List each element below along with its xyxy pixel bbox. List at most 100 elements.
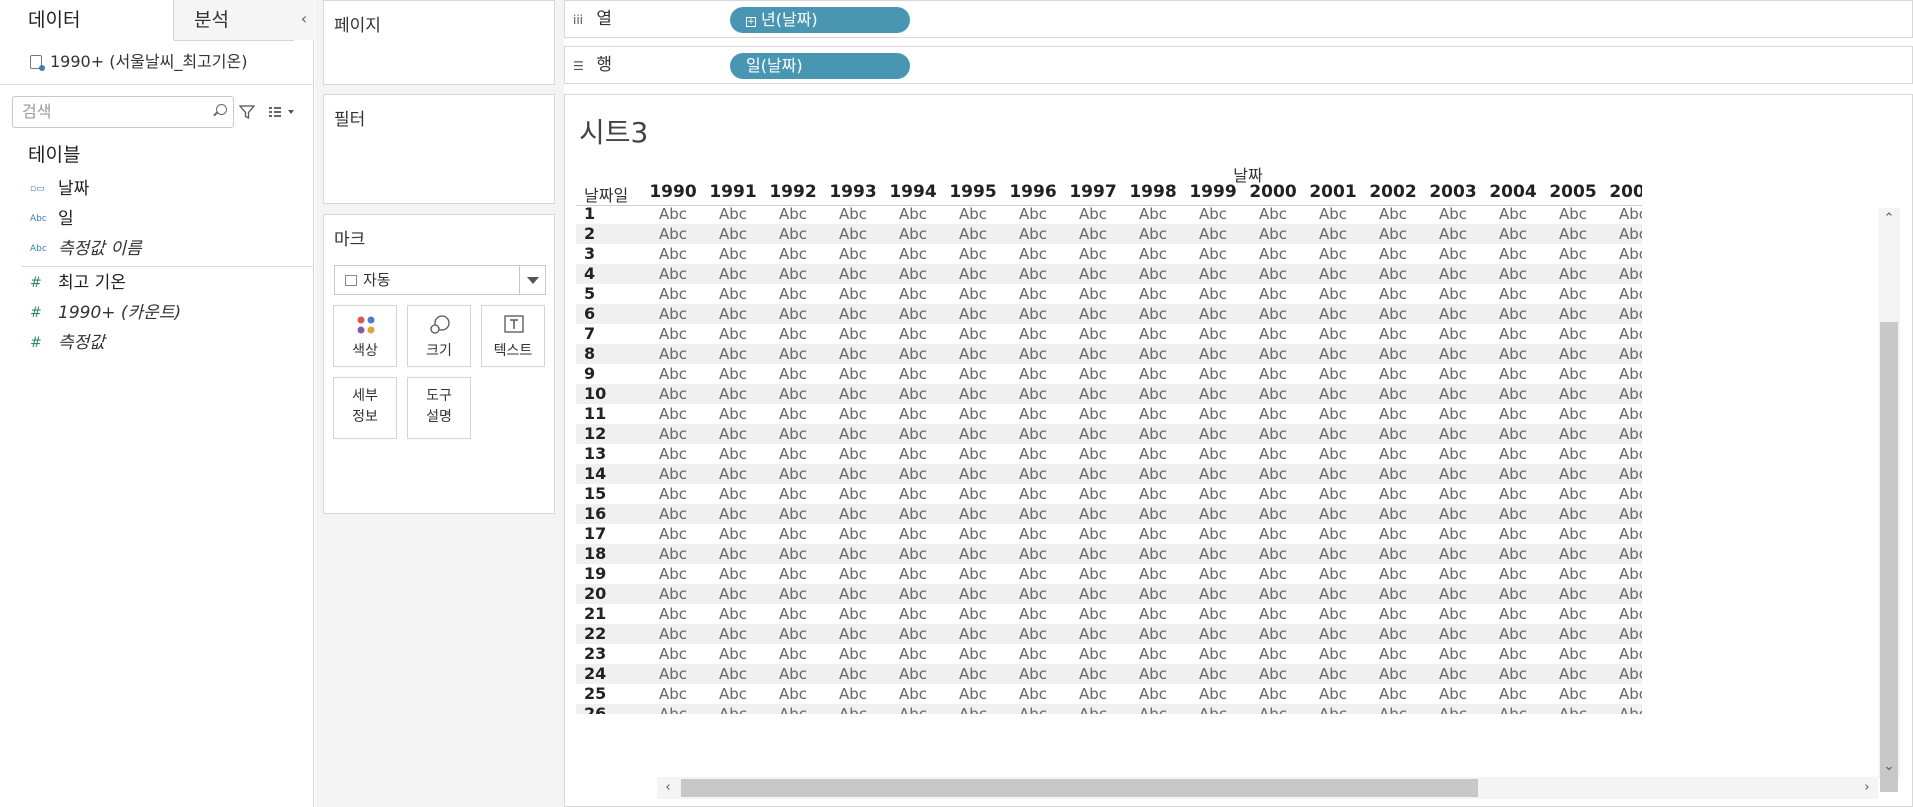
table-cell[interactable]: Abc (823, 644, 883, 664)
table-cell[interactable]: Abc (1243, 544, 1303, 564)
table-cell[interactable]: Abc (1603, 584, 1642, 604)
table-cell[interactable]: Abc (883, 284, 943, 304)
table-cell[interactable]: Abc (1123, 204, 1183, 224)
detail-button[interactable]: 세부 정보 (333, 377, 397, 439)
table-cell[interactable]: Abc (943, 424, 1003, 444)
table-cell[interactable]: Abc (1423, 284, 1483, 304)
table-cell[interactable]: Abc (823, 404, 883, 424)
table-cell[interactable]: Abc (763, 224, 823, 244)
table-cell[interactable]: Abc (1303, 404, 1363, 424)
day-row-header[interactable]: 19 (584, 564, 606, 584)
table-cell[interactable]: Abc (1363, 584, 1423, 604)
field-item[interactable]: # 최고 기온 (0, 268, 314, 298)
table-cell[interactable]: Abc (703, 464, 763, 484)
year-column-header[interactable]: 1992 (763, 182, 823, 202)
table-cell[interactable]: Abc (943, 684, 1003, 704)
table-cell[interactable]: Abc (1603, 224, 1642, 244)
table-cell[interactable]: Abc (643, 204, 703, 224)
table-cell[interactable]: Abc (1423, 384, 1483, 404)
table-row[interactable]: 2 Abc Abc Abc Abc Abc Abc Abc Abc Abc Abc Abc Abc Abc… (576, 224, 1642, 244)
table-cell[interactable]: Abc (1063, 404, 1123, 424)
table-cell[interactable]: Abc (1603, 664, 1642, 684)
table-row[interactable]: 19 Abc Abc Abc Abc Abc Abc Abc Abc Abc Abc Abc Abc Ab… (576, 564, 1642, 584)
table-cell[interactable]: Abc (943, 664, 1003, 684)
year-column-header[interactable]: 2000 (1243, 182, 1303, 202)
table-cell[interactable]: Abc (1243, 524, 1303, 544)
table-cell[interactable]: Abc (1243, 624, 1303, 644)
table-cell[interactable]: Abc (703, 584, 763, 604)
table-cell[interactable]: Abc (883, 344, 943, 364)
table-cell[interactable]: Abc (1123, 464, 1183, 484)
table-cell[interactable]: Abc (1423, 624, 1483, 644)
table-cell[interactable]: Abc (1363, 444, 1423, 464)
table-cell[interactable]: Abc (883, 404, 943, 424)
table-cell[interactable]: Abc (943, 324, 1003, 344)
table-cell[interactable]: Abc (1363, 424, 1423, 444)
table-cell[interactable]: Abc (1423, 364, 1483, 384)
table-cell[interactable]: Abc (1543, 404, 1603, 424)
table-cell[interactable]: Abc (1063, 564, 1123, 584)
table-cell[interactable]: Abc (1483, 364, 1543, 384)
table-cell[interactable]: Abc (1003, 504, 1063, 524)
table-cell[interactable]: Abc (1123, 284, 1183, 304)
table-cell[interactable]: Abc (1423, 344, 1483, 364)
table-cell[interactable]: Abc (1543, 444, 1603, 464)
table-cell[interactable]: Abc (643, 704, 703, 714)
table-cell[interactable]: Abc (1063, 704, 1123, 714)
table-cell[interactable]: Abc (823, 544, 883, 564)
tab-analysis[interactable]: 분석 (174, 0, 294, 41)
scroll-thumb[interactable] (1880, 322, 1898, 792)
table-cell[interactable]: Abc (1123, 644, 1183, 664)
table-cell[interactable]: Abc (1303, 564, 1363, 584)
table-cell[interactable]: Abc (883, 244, 943, 264)
table-cell[interactable]: Abc (823, 684, 883, 704)
day-row-header[interactable]: 3 (584, 244, 595, 264)
table-cell[interactable]: Abc (1483, 484, 1543, 504)
table-cell[interactable]: Abc (1063, 484, 1123, 504)
table-cell[interactable]: Abc (1483, 564, 1543, 584)
field-item[interactable]: #1990+ (카운트) (0, 298, 314, 328)
table-cell[interactable]: Abc (1543, 644, 1603, 664)
table-cell[interactable]: Abc (1183, 224, 1243, 244)
table-cell[interactable]: Abc (703, 264, 763, 284)
table-cell[interactable]: Abc (1303, 244, 1363, 264)
table-cell[interactable]: Abc (883, 484, 943, 504)
table-cell[interactable]: Abc (643, 304, 703, 324)
table-cell[interactable]: Abc (823, 524, 883, 544)
table-cell[interactable]: Abc (1483, 324, 1543, 344)
table-cell[interactable]: Abc (1603, 524, 1642, 544)
table-cell[interactable]: Abc (943, 404, 1003, 424)
table-row[interactable]: 8 Abc Abc Abc Abc Abc Abc Abc Abc Abc Abc Abc Abc Abc… (576, 344, 1642, 364)
table-cell[interactable]: Abc (1543, 344, 1603, 364)
table-cell[interactable]: Abc (883, 304, 943, 324)
chevron-down-icon[interactable] (519, 266, 545, 294)
table-cell[interactable]: Abc (763, 704, 823, 714)
table-cell[interactable]: Abc (1063, 604, 1123, 624)
table-cell[interactable]: Abc (1183, 704, 1243, 714)
table-cell[interactable]: Abc (643, 544, 703, 564)
table-cell[interactable]: Abc (1483, 244, 1543, 264)
table-cell[interactable]: Abc (1603, 364, 1642, 384)
table-cell[interactable]: Abc (1003, 444, 1063, 464)
table-cell[interactable]: Abc (1603, 464, 1642, 484)
table-cell[interactable]: Abc (1363, 464, 1423, 484)
table-cell[interactable]: Abc (1423, 564, 1483, 584)
table-cell[interactable]: Abc (1603, 424, 1642, 444)
table-cell[interactable]: Abc (1603, 204, 1642, 224)
scroll-up-icon[interactable]: ⌃ (1878, 208, 1900, 230)
table-cell[interactable]: Abc (1363, 344, 1423, 364)
table-cell[interactable]: Abc (1603, 264, 1642, 284)
table-cell[interactable]: Abc (643, 264, 703, 284)
table-cell[interactable]: Abc (1483, 604, 1543, 624)
table-cell[interactable]: Abc (763, 284, 823, 304)
table-cell[interactable]: Abc (1123, 524, 1183, 544)
table-cell[interactable]: Abc (823, 204, 883, 224)
table-cell[interactable]: Abc (1303, 624, 1363, 644)
table-cell[interactable]: Abc (1063, 204, 1123, 224)
table-cell[interactable]: Abc (1063, 444, 1123, 464)
table-cell[interactable]: Abc (1003, 644, 1063, 664)
table-cell[interactable]: Abc (1423, 484, 1483, 504)
table-cell[interactable]: Abc (1483, 464, 1543, 484)
table-cell[interactable]: Abc (1063, 624, 1123, 644)
table-cell[interactable]: Abc (643, 284, 703, 304)
